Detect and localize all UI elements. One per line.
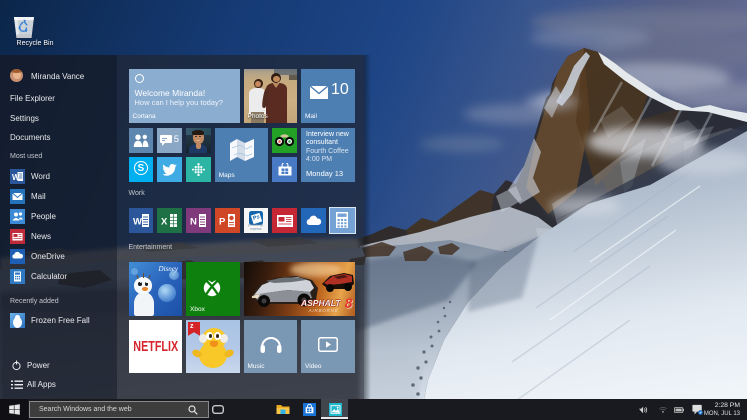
svg-text:X: X: [161, 217, 168, 228]
svg-text:P: P: [219, 217, 226, 228]
svg-text:W: W: [12, 173, 20, 182]
svg-text:N: N: [190, 217, 197, 228]
svg-text:W: W: [133, 217, 142, 228]
